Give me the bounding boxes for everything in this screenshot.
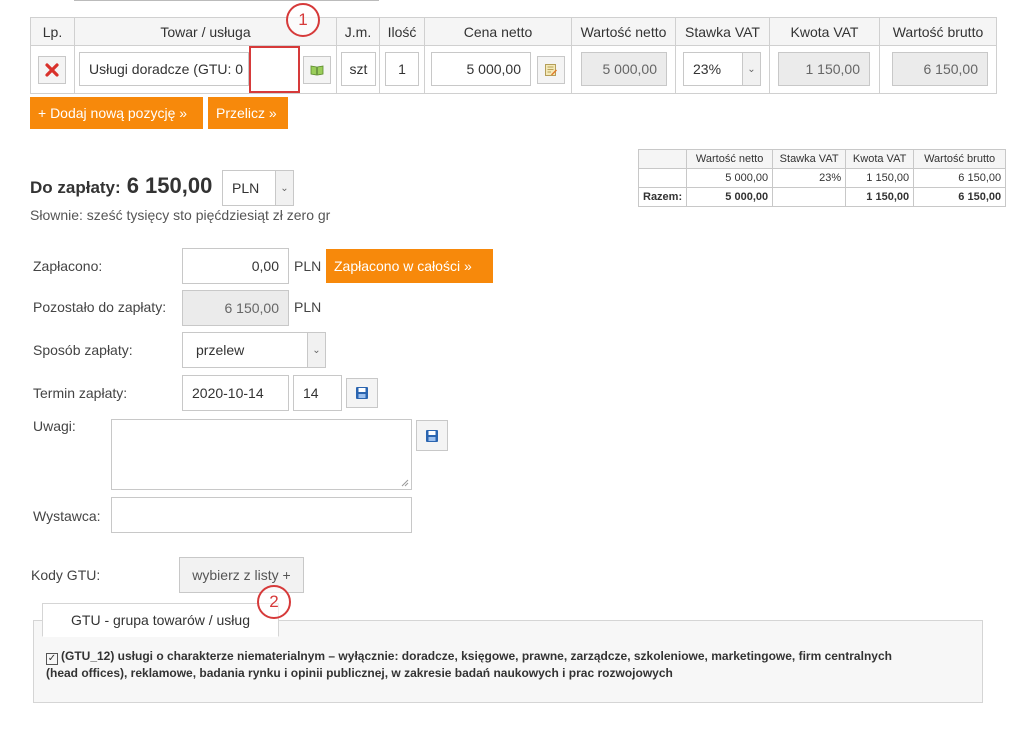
checkbox-checked-icon[interactable]: ✓ — [46, 653, 58, 665]
amount-due: Do zapłaty: 6 150,00 — [30, 173, 212, 199]
chevron-down-icon: ⌄ — [307, 333, 325, 367]
cell-vat-rate: 23% ⌄ — [675, 45, 770, 94]
cell-vat-amount: 1 150,00 — [769, 45, 880, 94]
deadline-date-input[interactable]: 2020-10-14 — [182, 375, 289, 411]
summary-total-row: Razem: 5 000,00 1 150,00 6 150,00 — [637, 187, 1007, 207]
summary-header-vat-amount: Kwota VAT — [845, 149, 915, 169]
cell-delete — [30, 45, 75, 94]
vat-rate-select[interactable]: 23% ⌄ — [683, 52, 761, 86]
vat-amount-field: 1 150,00 — [778, 52, 870, 86]
amount-in-words: Słownie: sześć tysięcy sto pięćdziesiąt … — [30, 207, 331, 223]
unit-input[interactable]: szt — [341, 52, 376, 86]
summary-total-cell: 6 150,00 — [913, 187, 1007, 207]
cell-price: 5 000,00 — [424, 45, 572, 94]
summary-header-net: Wartość netto — [686, 149, 774, 169]
issuer-label: Wystawca: — [33, 508, 101, 524]
add-position-button[interactable]: + Dodaj nową pozycję » — [30, 97, 203, 129]
product-name-input[interactable]: Usługi doradcze (GTU: 0 — [79, 52, 249, 86]
cell-net: 5 000,00 — [571, 45, 676, 94]
summary-header-blank — [637, 149, 688, 169]
header-qty: Ilość — [379, 17, 425, 46]
items-table: Lp. Towar / usługa J.m. Ilość Cena netto… — [30, 17, 997, 94]
floppy-disk-icon — [426, 429, 438, 442]
edit-note-icon — [545, 64, 557, 76]
header-net: Wartość netto — [571, 17, 676, 46]
vat-summary-table: Wartość netto Stawka VAT Kwota VAT Warto… — [637, 149, 1007, 207]
table-row: 5 000,00 23% 1 150,00 6 150,00 — [637, 168, 1007, 188]
highlight-catalog-button — [249, 46, 300, 93]
net-price-input[interactable]: 5 000,00 — [431, 52, 531, 86]
payment-method-select[interactable]: przelew ⌄ — [182, 332, 326, 368]
delete-x-icon — [45, 63, 59, 77]
notes-label: Uwagi: — [33, 418, 76, 434]
summary-cell: 6 150,00 — [913, 168, 1007, 188]
delete-row-button[interactable] — [38, 56, 66, 84]
summary-cell: 5 000,00 — [686, 168, 774, 188]
resize-handle-icon[interactable] — [401, 479, 409, 487]
price-calculator-button[interactable] — [537, 56, 565, 84]
gtu-item-label: (GTU_12) usługi o charakterze niemateria… — [46, 649, 892, 680]
paid-label: Zapłacono: — [33, 258, 103, 274]
pick-from-list-button[interactable]: wybierz z listy + — [179, 557, 304, 593]
table-row: Usługi doradcze (GTU: 0 szt 1 5 000,00 5… — [30, 45, 997, 94]
chevron-down-icon: ⌄ — [275, 171, 293, 205]
header-gross: Wartość brutto — [879, 17, 997, 46]
header-vat-rate: Stawka VAT — [675, 17, 770, 46]
header-unit: J.m. — [336, 17, 380, 46]
currency-select[interactable]: PLN ⌄ — [222, 170, 294, 206]
callout-2: 2 — [257, 585, 291, 619]
currency-value: PLN — [232, 180, 260, 196]
recalculate-button[interactable]: Przelicz » — [208, 97, 288, 129]
summary-total-cell: 1 150,00 — [845, 187, 915, 207]
gtu-group-tab[interactable]: GTU - grupa towarów / usług — [42, 603, 279, 637]
remaining-currency: PLN — [294, 299, 322, 315]
product-catalog-button[interactable] — [303, 56, 331, 84]
floppy-disk-icon — [356, 387, 368, 399]
deadline-label: Termin zapłaty: — [33, 385, 128, 401]
cell-gross: 6 150,00 — [879, 45, 997, 94]
payment-method-label: Sposób zapłaty: — [33, 342, 133, 358]
header-lp: Lp. — [30, 17, 75, 46]
top-border-line — [74, 0, 379, 1]
cell-unit: szt — [336, 45, 380, 94]
notes-textarea[interactable] — [111, 419, 412, 490]
paid-currency: PLN — [294, 258, 322, 274]
summary-header-row: Wartość netto Stawka VAT Kwota VAT Warto… — [637, 149, 1007, 169]
paid-in-full-button[interactable]: Zapłacono w całości » — [326, 249, 493, 283]
summary-total-cell — [772, 187, 847, 207]
summary-header-gross: Wartość brutto — [913, 149, 1007, 169]
remaining-amount-field: 6 150,00 — [182, 290, 289, 326]
summary-total-label: Razem: — [637, 187, 688, 207]
issuer-input[interactable] — [111, 497, 412, 533]
amount-due-value: 6 150,00 — [126, 173, 213, 198]
remaining-label: Pozostało do zapłaty: — [33, 299, 167, 315]
header-vat-amount: Kwota VAT — [769, 17, 880, 46]
summary-cell — [637, 168, 688, 188]
gross-value-field: 6 150,00 — [892, 52, 988, 86]
header-price: Cena netto — [424, 17, 572, 46]
summary-cell: 23% — [772, 168, 847, 188]
net-value-field: 5 000,00 — [581, 52, 667, 86]
chevron-down-icon: ⌄ — [742, 53, 760, 85]
paid-amount-input[interactable]: 0,00 — [182, 248, 289, 284]
summary-header-vat-rate: Stawka VAT — [772, 149, 847, 169]
deadline-save-button[interactable] — [346, 378, 378, 408]
items-header-row: Lp. Towar / usługa J.m. Ilość Cena netto… — [30, 17, 997, 46]
book-icon — [310, 65, 324, 76]
amount-due-label: Do zapłaty: — [30, 178, 121, 197]
quantity-input[interactable]: 1 — [385, 52, 419, 86]
notes-save-button[interactable] — [416, 420, 448, 451]
summary-cell: 1 150,00 — [845, 168, 915, 188]
gtu-item[interactable]: ✓ (GTU_12) usługi o charakterze niemateri… — [46, 648, 926, 682]
cell-qty: 1 — [379, 45, 425, 94]
callout-1: 1 — [286, 3, 320, 37]
payment-method-value: przelew — [196, 342, 245, 358]
vat-rate-value: 23% — [693, 61, 722, 77]
gtu-codes-label: Kody GTU: — [31, 567, 101, 583]
summary-total-cell: 5 000,00 — [686, 187, 774, 207]
deadline-days-input[interactable]: 14 — [293, 375, 342, 411]
